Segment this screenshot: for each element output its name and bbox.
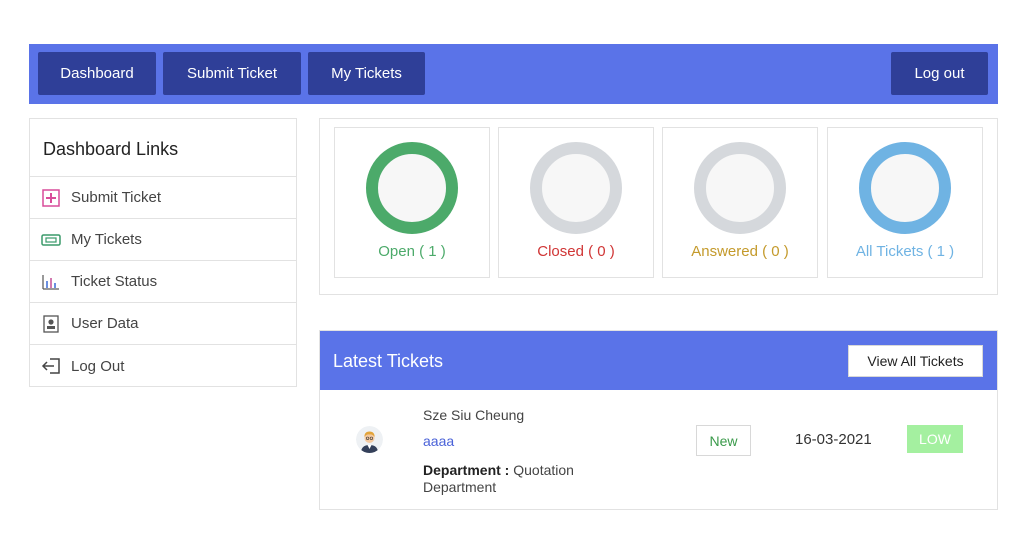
id-card-icon [41, 314, 61, 334]
sidebar-item-label: Log Out [71, 357, 125, 375]
stat-label-answered: Answered ( 0 ) [691, 243, 789, 260]
all-tickets-ring [859, 142, 951, 234]
sidebar-item-label: User Data [71, 315, 139, 332]
ticket-subject-link[interactable]: aaaa [423, 433, 454, 449]
dashboard-button[interactable]: Dashboard [38, 52, 156, 95]
logout-button[interactable]: Log out [891, 52, 988, 95]
answered-ring [694, 142, 786, 234]
status-badge: New [696, 425, 751, 456]
sidebar-item-ticket-status[interactable]: Ticket Status [30, 261, 296, 303]
ticket-icon [41, 230, 61, 250]
sidebar-item-label: Ticket Status [71, 273, 158, 290]
ticket-user-name: Sze Siu Cheung [423, 407, 525, 423]
ticket-department: Department : Quotation Department [423, 462, 623, 496]
sidebar-item-submit-ticket[interactable]: Submit Ticket [30, 177, 296, 219]
latest-tickets-title: Latest Tickets [333, 351, 444, 371]
sidebar-item-my-tickets[interactable]: My Tickets [30, 219, 296, 261]
bar-chart-icon [41, 272, 61, 292]
stat-card-answered[interactable]: Answered ( 0 ) [662, 127, 818, 278]
priority-badge: LOW [907, 425, 963, 453]
sidebar-item-user-data[interactable]: User Data [30, 303, 296, 345]
top-nav-bar: Dashboard Submit Ticket My Tickets Log o… [29, 44, 998, 104]
logout-icon [41, 356, 61, 376]
my-tickets-button[interactable]: My Tickets [308, 52, 425, 95]
stat-card-closed[interactable]: Closed ( 0 ) [498, 127, 654, 278]
sidebar-item-log-out[interactable]: Log Out [30, 345, 296, 387]
stat-card-all-tickets[interactable]: All Tickets ( 1 ) [827, 127, 983, 278]
ticket-stats-panel: Open ( 1 ) Closed ( 0 ) Answered ( 0 ) A… [319, 118, 998, 295]
view-all-tickets-button[interactable]: View All Tickets [848, 345, 983, 377]
dashboard-links-panel: Dashboard Links Submit Ticket My Tickets… [29, 118, 297, 387]
stat-label-closed: Closed ( 0 ) [537, 243, 615, 260]
submit-ticket-button[interactable]: Submit Ticket [163, 52, 301, 95]
avatar [356, 426, 383, 453]
stat-label-open: Open ( 1 ) [378, 243, 446, 260]
sidebar-title: Dashboard Links [30, 119, 296, 177]
stat-label-all-tickets: All Tickets ( 1 ) [855, 243, 955, 260]
open-ring [366, 142, 458, 234]
ticket-date: 16-03-2021 [795, 431, 872, 448]
sidebar-item-label: My Tickets [71, 231, 142, 248]
department-label: Department : [423, 462, 510, 478]
stat-card-open[interactable]: Open ( 1 ) [334, 127, 490, 278]
plus-square-icon [41, 188, 61, 208]
sidebar-item-label: Submit Ticket [71, 189, 162, 206]
latest-tickets-header: Latest Tickets View All Tickets [320, 331, 997, 390]
closed-ring [530, 142, 622, 234]
latest-tickets-panel: Latest Tickets View All Tickets Sze Siu … [319, 330, 998, 510]
